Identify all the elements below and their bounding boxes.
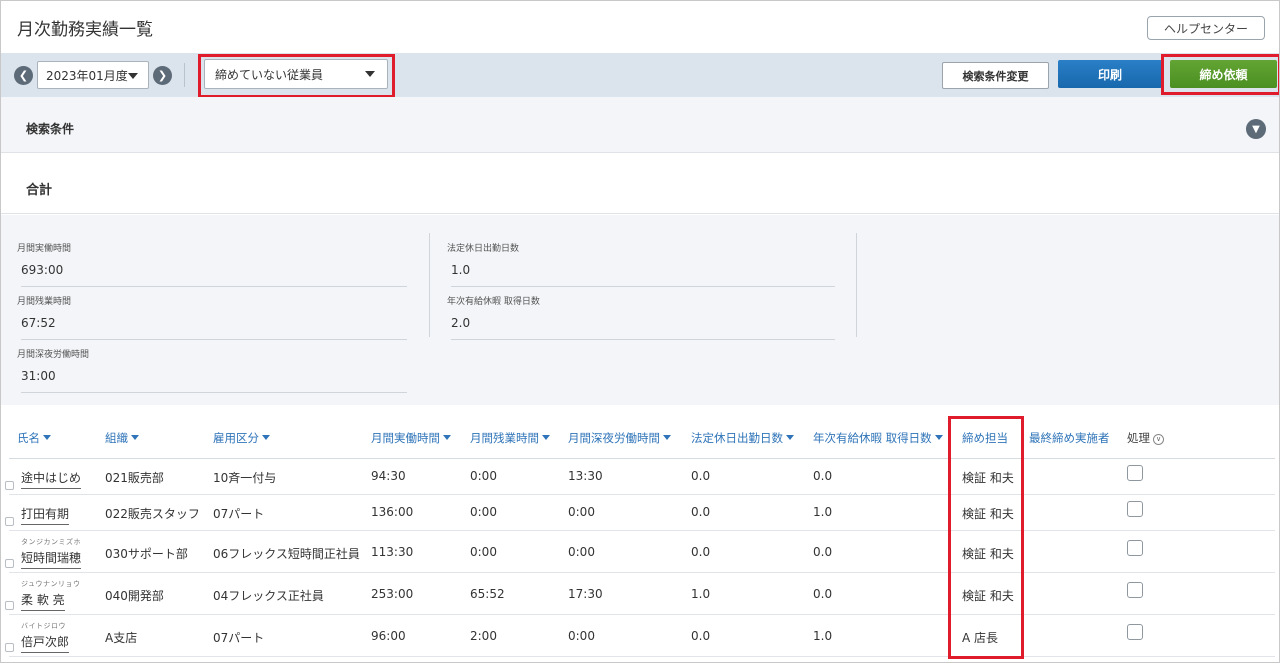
employee-filter-select[interactable]: 締めていない従業員 [204,59,388,89]
process-checkbox[interactable] [1127,465,1143,481]
column-header-employment-type[interactable]: 雇用区分 [213,430,270,446]
search-conditions-panel[interactable]: 検索条件 ▼ [1,97,1279,153]
sort-icon [663,435,671,440]
process-checkbox[interactable] [1127,582,1143,598]
search-conditions-title: 検索条件 [26,122,75,136]
month-select[interactable]: 2023年01月度 [37,61,149,89]
sort-icon [262,435,270,440]
table-row: 打田有期 022販売スタッフ 07パート 136:00 0:00 0:00 0.… [5,495,1275,531]
employee-name-link[interactable]: 倍戸次郎 [21,633,70,653]
totals-panel: 月間実働時間 693:00 月間残業時間 67:52 月間深夜労働時間 31:0… [1,215,1279,405]
column-header-paid-leave[interactable]: 年次有給休暇 取得日数 [813,430,943,446]
table-row: ジュウナンリョウ 柔 軟 亮 040開発部 04フレックス正社員 253:00 … [5,573,1275,615]
column-header-overtime[interactable]: 月間残業時間 [470,430,550,446]
month-select-value: 2023年01月度 [46,68,128,83]
totals-title: 合計 [26,183,53,198]
sort-icon [786,435,794,440]
employee-name-link[interactable]: 打田有期 [21,505,70,525]
sort-icon [43,435,51,440]
row-select-checkbox[interactable] [5,517,14,526]
chevron-right-icon: ❯ [157,69,168,82]
table-row: タンジカンミズホ 短時間瑞穂 030サポート部 06フレックス短時間正社員 11… [5,531,1275,573]
next-month-button[interactable]: ❯ [153,66,172,85]
sort-icon [443,435,451,440]
caret-down-icon [128,73,138,79]
row-select-checkbox[interactable] [5,481,14,490]
totals-header: 合計 [1,154,1279,214]
row-select-checkbox[interactable] [5,559,14,568]
column-header-night[interactable]: 月間深夜労働時間 [568,430,671,446]
help-center-button[interactable]: ヘルプセンター [1147,16,1265,40]
row-select-checkbox[interactable] [5,601,14,610]
employee-name-link[interactable]: 途中はじめ [21,469,82,489]
employee-name-kana: バイトジロウ [21,622,66,630]
caret-down-icon [365,71,375,77]
column-header-work-hours[interactable]: 月間実働時間 [371,430,451,446]
prev-month-button[interactable]: ❮ [14,66,33,85]
close-request-button[interactable]: 締め依頼 [1170,60,1277,88]
sort-icon [131,435,139,440]
stat-monthly-work: 月間実働時間 693:00 [17,241,407,287]
employee-name-link[interactable]: 短時間瑞穂 [21,549,82,569]
chevron-left-icon: ❮ [18,69,29,82]
row-select-checkbox[interactable] [5,643,14,652]
search-condition-change-button[interactable]: 検索条件変更 [942,62,1049,89]
sort-icon [934,435,943,440]
table-row: バイトジロウ 倍戸次郎 A支店 07パート 96:00 2:00 0:00 0.… [5,615,1275,657]
process-checkbox[interactable] [1127,624,1143,640]
table-row: 途中はじめ 021販売部 10斉一付与 94:30 0:00 13:30 0.0… [5,459,1275,495]
stat-monthly-night: 月間深夜労働時間 31:00 [17,347,407,393]
chevron-down-icon[interactable]: ▼ [1246,119,1266,139]
toolbar-divider [184,63,185,87]
column-divider [856,233,857,337]
chevron-down-icon: ∨ [1153,434,1164,445]
column-header-holiday[interactable]: 法定休日出勤日数 [691,430,794,446]
sort-icon [542,435,550,440]
employee-name-link[interactable]: 柔 軟 亮 [21,591,65,611]
page-title: 月次勤務実績一覧 [17,20,153,40]
column-header-action[interactable]: 処理 ∨ [1127,430,1164,446]
stat-paid-leave: 年次有給休暇 取得日数 2.0 [447,294,835,340]
process-checkbox[interactable] [1127,501,1143,517]
column-header-org[interactable]: 組織 [105,430,139,446]
stat-legal-holiday: 法定休日出勤日数 1.0 [447,241,835,287]
employee-name-kana: ジュウナンリョウ [21,580,81,588]
employee-name-kana: タンジカンミズホ [21,538,81,546]
process-checkbox[interactable] [1127,540,1143,556]
print-button[interactable]: 印刷 [1058,60,1162,88]
column-header-last-closer[interactable]: 最終締め実施者 [1029,430,1110,446]
employee-filter-value: 締めていない従業員 [215,67,324,82]
column-header-closer[interactable]: 締め担当 [962,430,1008,446]
column-divider [429,233,430,337]
column-header-name[interactable]: 氏名 [17,430,51,446]
app-frame: 月次勤務実績一覧 ヘルプセンター ❮ 2023年01月度 ❯ 締めていない従業員… [0,0,1280,663]
stat-monthly-overtime: 月間残業時間 67:52 [17,294,407,340]
